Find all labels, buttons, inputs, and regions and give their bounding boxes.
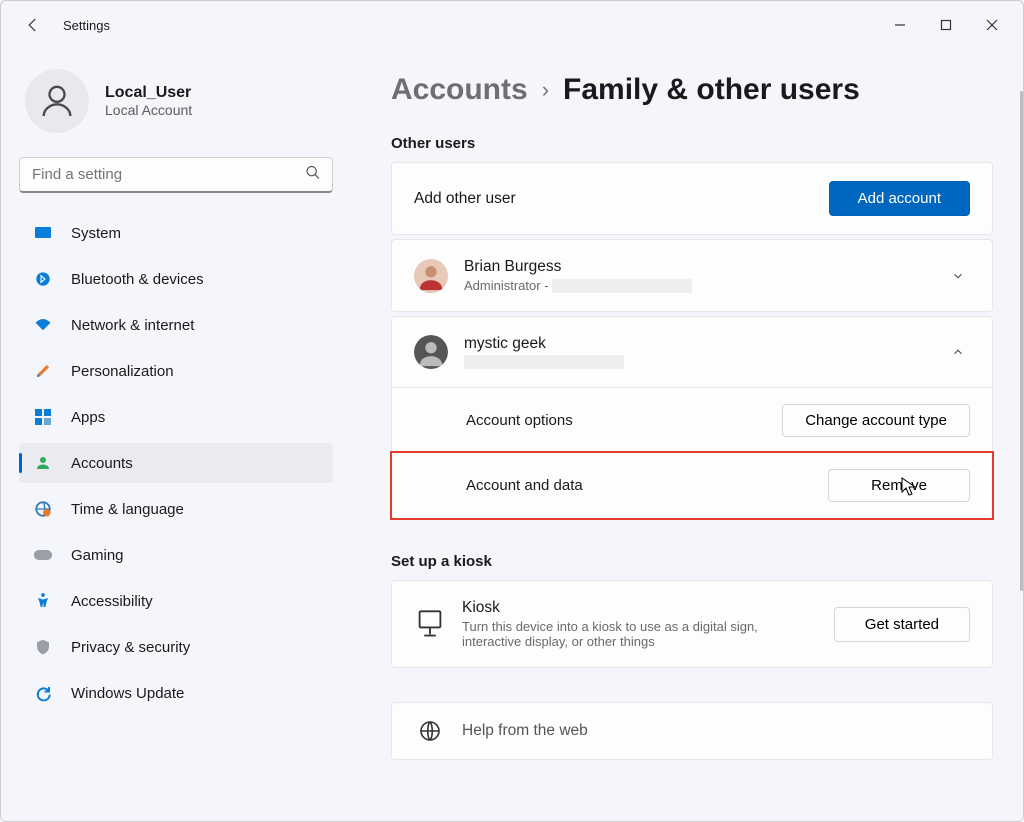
accounts-icon xyxy=(33,453,53,473)
nav-label: System xyxy=(71,225,121,242)
sidebar-item-bluetooth[interactable]: Bluetooth & devices xyxy=(19,259,333,299)
user-role: Administrator - xyxy=(464,278,930,293)
help-title: Help from the web xyxy=(462,722,970,740)
sidebar-item-gaming[interactable]: Gaming xyxy=(19,535,333,575)
nav-label: Personalization xyxy=(71,363,174,380)
kiosk-subtitle: Turn this device into a kiosk to use as … xyxy=(462,619,818,649)
time-language-icon xyxy=(33,499,53,519)
windows-update-icon xyxy=(33,683,53,703)
sidebar-item-privacy[interactable]: Privacy & security xyxy=(19,627,333,667)
section-other-users: Other users xyxy=(391,135,993,152)
maximize-button[interactable] xyxy=(923,8,969,42)
kiosk-card: Kiosk Turn this device into a kiosk to u… xyxy=(391,580,993,668)
nav-label: Time & language xyxy=(71,501,184,518)
breadcrumb-current: Family & other users xyxy=(563,73,860,107)
search-icon xyxy=(305,165,321,186)
system-icon xyxy=(33,223,53,243)
nav-list: System Bluetooth & devices Network & int… xyxy=(19,213,333,719)
sidebar-item-accounts[interactable]: Accounts xyxy=(19,443,333,483)
network-icon xyxy=(33,315,53,335)
user-name: Local_User xyxy=(105,84,192,102)
search-input[interactable] xyxy=(19,157,333,193)
user-card-mystic: mystic geek Account options Change accou… xyxy=(391,316,993,519)
nav-label: Windows Update xyxy=(71,685,184,702)
globe-icon xyxy=(414,715,446,747)
user-name: mystic geek xyxy=(464,335,930,353)
user-email xyxy=(464,355,930,369)
chevron-up-icon[interactable] xyxy=(946,345,970,359)
kiosk-icon xyxy=(414,608,446,640)
account-and-data-label: Account and data xyxy=(466,477,812,494)
nav-label: Gaming xyxy=(71,547,124,564)
sidebar-item-windows-update[interactable]: Windows Update xyxy=(19,673,333,713)
user-block[interactable]: Local_User Local Account xyxy=(25,69,333,133)
user-subtitle: Local Account xyxy=(105,102,192,118)
sidebar: Local_User Local Account System Bluetoot… xyxy=(1,49,351,821)
user-card-brian[interactable]: Brian Burgess Administrator - xyxy=(391,239,993,312)
minimize-button[interactable] xyxy=(877,8,923,42)
personalization-icon xyxy=(33,361,53,381)
add-other-user-label: Add other user xyxy=(414,190,813,208)
sidebar-item-personalization[interactable]: Personalization xyxy=(19,351,333,391)
chevron-right-icon: › xyxy=(542,77,549,103)
user-card-header[interactable]: mystic geek xyxy=(392,317,992,388)
back-button[interactable] xyxy=(21,13,45,37)
user-avatar-icon xyxy=(414,259,448,293)
remove-button[interactable]: Remove xyxy=(828,469,970,502)
app-title: Settings xyxy=(63,18,110,33)
apps-icon xyxy=(33,407,53,427)
sidebar-item-system[interactable]: System xyxy=(19,213,333,253)
breadcrumb-parent[interactable]: Accounts xyxy=(391,73,528,107)
accessibility-icon xyxy=(33,591,53,611)
privacy-icon xyxy=(33,637,53,657)
add-other-user-card: Add other user Add account xyxy=(391,162,993,235)
sidebar-item-network[interactable]: Network & internet xyxy=(19,305,333,345)
close-button[interactable] xyxy=(969,8,1015,42)
nav-label: Bluetooth & devices xyxy=(71,271,204,288)
section-kiosk: Set up a kiosk xyxy=(391,553,993,570)
kiosk-title: Kiosk xyxy=(462,599,818,617)
scrollbar[interactable] xyxy=(1020,91,1023,591)
titlebar: Settings xyxy=(1,1,1023,49)
user-name: Brian Burgess xyxy=(464,258,930,276)
account-and-data-row: Account and data Remove xyxy=(390,451,994,520)
sidebar-item-time-language[interactable]: Time & language xyxy=(19,489,333,529)
account-options-row: Account options Change account type xyxy=(392,388,992,453)
user-avatar-icon xyxy=(414,335,448,369)
sidebar-item-accessibility[interactable]: Accessibility xyxy=(19,581,333,621)
nav-label: Accounts xyxy=(71,455,133,472)
nav-label: Network & internet xyxy=(71,317,194,334)
help-card[interactable]: Help from the web xyxy=(391,702,993,760)
bluetooth-icon xyxy=(33,269,53,289)
change-account-type-button[interactable]: Change account type xyxy=(782,404,970,437)
nav-label: Apps xyxy=(71,409,105,426)
nav-label: Privacy & security xyxy=(71,639,190,656)
chevron-down-icon[interactable] xyxy=(946,269,970,283)
nav-label: Accessibility xyxy=(71,593,153,610)
account-options-label: Account options xyxy=(466,412,766,429)
get-started-button[interactable]: Get started xyxy=(834,607,970,642)
add-account-button[interactable]: Add account xyxy=(829,181,970,216)
sidebar-item-apps[interactable]: Apps xyxy=(19,397,333,437)
breadcrumb: Accounts › Family & other users xyxy=(391,73,993,107)
gaming-icon xyxy=(33,545,53,565)
user-avatar-icon xyxy=(25,69,89,133)
main-content: Accounts › Family & other users Other us… xyxy=(351,49,1023,821)
